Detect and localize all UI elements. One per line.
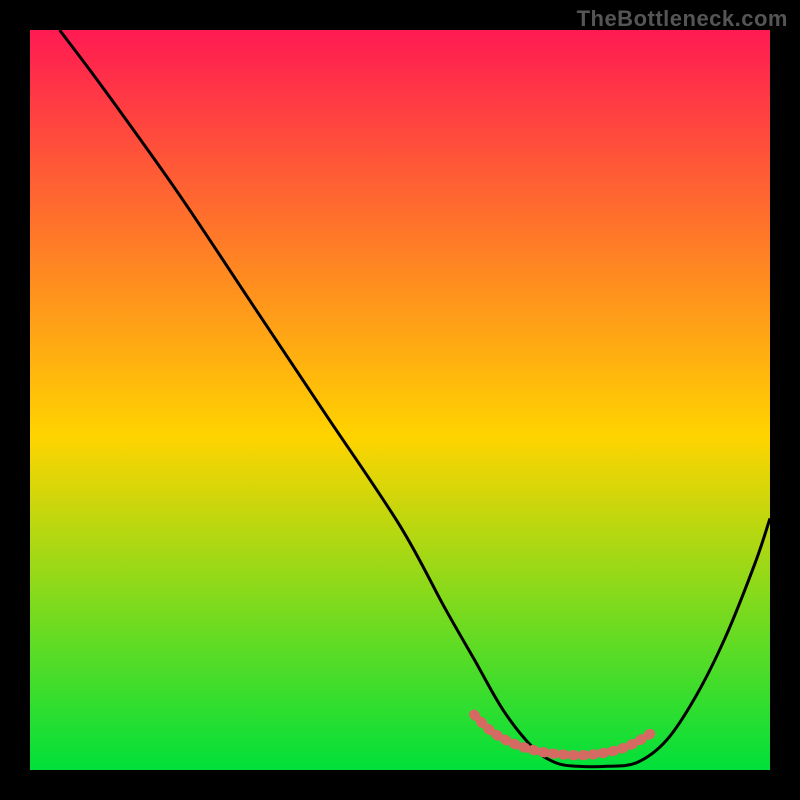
chart-svg: [30, 30, 770, 770]
plot-area: [30, 30, 770, 770]
watermark-label: TheBottleneck.com: [577, 6, 788, 32]
chart-stage: TheBottleneck.com: [0, 0, 800, 800]
